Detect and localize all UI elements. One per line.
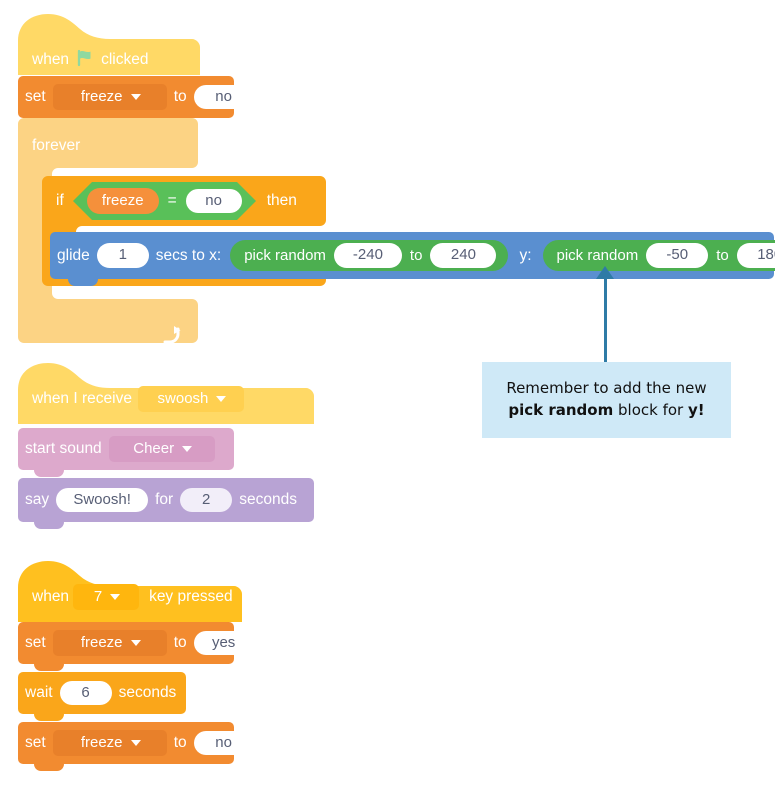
- chevron-down-icon: [110, 593, 121, 600]
- sound-dropdown-cheer[interactable]: Cheer: [108, 436, 215, 462]
- callout-line-2: pick random block for y!: [508, 400, 704, 422]
- variable-dropdown-freeze[interactable]: freeze: [52, 84, 167, 110]
- to-word: to: [716, 247, 729, 264]
- variable-dropdown-freeze[interactable]: freeze: [52, 730, 167, 756]
- to-word: to: [173, 734, 187, 751]
- set-value-field[interactable]: yes: [193, 630, 254, 656]
- to-word: to: [173, 634, 187, 651]
- glide-word: glide: [57, 246, 90, 264]
- wait-duration-field[interactable]: 6: [59, 680, 112, 706]
- to-word: to: [173, 88, 187, 105]
- equals-sign: =: [167, 192, 177, 209]
- y-word: y:: [519, 246, 532, 264]
- forever-label-row: forever: [18, 132, 188, 160]
- when-word: when: [32, 51, 70, 68]
- set-freeze-no-block-2[interactable]: set freeze to no: [18, 722, 254, 771]
- then-word: then: [266, 192, 297, 209]
- block-bump: [34, 522, 64, 529]
- if-then-label-row: if freeze = no then: [42, 182, 297, 220]
- start-sound-label: start sound: [25, 440, 102, 457]
- key-pressed-word: key pressed: [149, 588, 233, 605]
- pick-random-y-from[interactable]: -50: [646, 243, 709, 268]
- wait-seconds-block[interactable]: wait 6 seconds: [18, 672, 186, 721]
- message-dropdown-swoosh[interactable]: swoosh: [137, 386, 244, 412]
- variable-dropdown-freeze[interactable]: freeze: [52, 630, 167, 656]
- equals-operator-block[interactable]: freeze = no: [72, 181, 257, 221]
- pick-random-x-from[interactable]: -240: [333, 243, 402, 268]
- block-bump: [34, 470, 64, 477]
- sound-name: Cheer: [133, 440, 175, 457]
- say-duration-field[interactable]: 2: [180, 487, 233, 513]
- set-word: set: [25, 634, 46, 651]
- start-sound-block[interactable]: start sound Cheer: [18, 428, 234, 477]
- chevron-down-icon: [182, 445, 193, 452]
- if-word: if: [56, 192, 64, 209]
- green-flag-icon: [75, 48, 95, 73]
- callout-bold-term-2: y!: [687, 401, 705, 419]
- set-freeze-yes-block[interactable]: set freeze to yes: [18, 622, 254, 671]
- block-bump: [34, 714, 64, 721]
- pick-random-x-block[interactable]: pick random -240 to 240: [230, 240, 509, 271]
- chevron-down-icon: [216, 395, 227, 402]
- say-for-seconds-block[interactable]: say Swoosh! for 2 seconds: [18, 478, 314, 529]
- set-value-field[interactable]: no: [193, 84, 254, 110]
- chevron-down-icon: [130, 739, 141, 746]
- forever-label: forever: [32, 137, 81, 154]
- pick-random-y-block[interactable]: pick random -50 to 180: [542, 240, 775, 271]
- pick-random-label: pick random: [556, 247, 639, 264]
- glide-secs-to-xy-block[interactable]: glide 1 secs to x: pick random -240 to 2…: [50, 232, 775, 286]
- callout-note: Remember to add the new pick random bloc…: [482, 362, 731, 438]
- when-i-receive-label-row[interactable]: when I receive swoosh: [18, 382, 244, 416]
- pick-random-x-to[interactable]: 240: [430, 243, 497, 268]
- for-word: for: [155, 491, 174, 508]
- set-freeze-no-block[interactable]: set freeze to no: [18, 76, 254, 125]
- glide-secs-field[interactable]: 1: [96, 243, 149, 268]
- say-message-field[interactable]: Swoosh!: [56, 487, 149, 513]
- set-word: set: [25, 88, 46, 105]
- chevron-down-icon: [130, 93, 141, 100]
- loop-arrow-icon: [160, 325, 182, 350]
- to-word: to: [409, 247, 423, 264]
- variable-reporter-freeze[interactable]: freeze: [86, 188, 159, 214]
- wait-word: wait: [25, 684, 53, 701]
- secs-to-x-word: secs to x:: [155, 246, 222, 264]
- block-bump: [34, 764, 64, 771]
- set-value-field[interactable]: no: [193, 730, 254, 756]
- equals-right-field[interactable]: no: [185, 188, 242, 214]
- variable-name: freeze: [80, 734, 123, 751]
- pick-random-y-to[interactable]: 180: [736, 243, 775, 268]
- callout-mid-text: block for: [613, 401, 688, 419]
- when-key-pressed-label-row[interactable]: when 7 key pressed: [18, 580, 233, 614]
- block-bump: [34, 664, 64, 671]
- callout-line-1: Remember to add the new: [506, 379, 707, 398]
- clicked-word: clicked: [101, 51, 149, 68]
- variable-name: freeze: [80, 634, 123, 651]
- key-name: 7: [93, 588, 103, 605]
- callout-arrow-line: [604, 272, 607, 364]
- set-word: set: [25, 734, 46, 751]
- up-arrow-icon: [596, 266, 614, 279]
- when-flag-clicked-label[interactable]: when clicked: [18, 45, 183, 75]
- pick-random-label: pick random: [244, 247, 326, 264]
- block-bump: [68, 279, 98, 286]
- chevron-down-icon: [130, 639, 141, 646]
- scratch-block-canvas: when clicked set freeze to no forever if…: [0, 0, 775, 788]
- seconds-word: seconds: [118, 684, 177, 701]
- variable-name: freeze: [80, 88, 123, 105]
- key-dropdown[interactable]: 7: [73, 584, 140, 610]
- seconds-word: seconds: [239, 491, 297, 508]
- message-name: swoosh: [157, 390, 209, 407]
- say-word: say: [25, 491, 50, 508]
- when-word: when: [32, 588, 70, 605]
- when-i-receive-label: when I receive: [32, 390, 132, 407]
- callout-bold-term: pick random: [508, 401, 614, 419]
